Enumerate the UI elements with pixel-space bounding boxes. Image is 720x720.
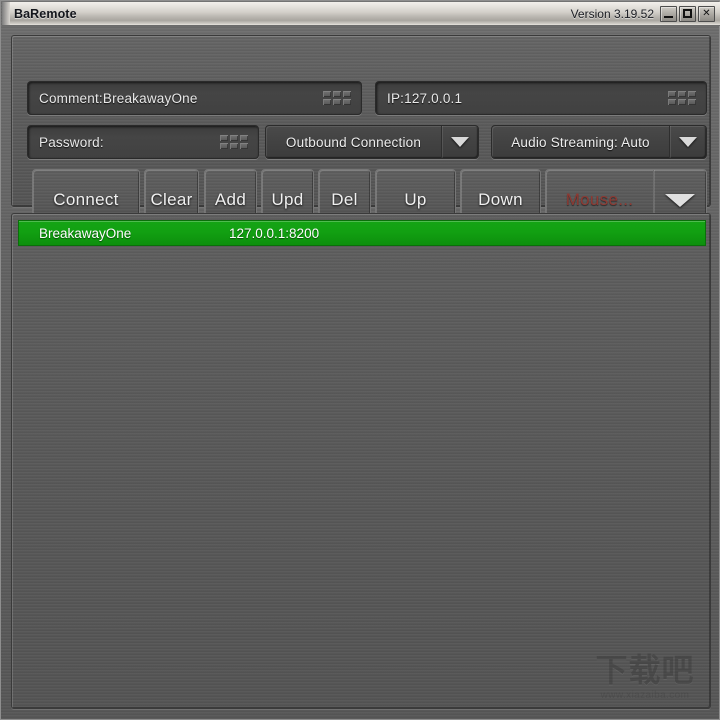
password-input[interactable]: Password: [27,125,259,159]
grid-dots-icon[interactable] [220,134,248,150]
chevron-down-icon [451,137,469,147]
password-input-value: Password: [39,134,104,150]
comment-input[interactable]: Comment:BreakawayOne [27,81,362,115]
audio-streaming-value: Audio Streaming: Auto [511,134,650,150]
connection-mode-select[interactable]: Outbound Connection [265,125,479,159]
grid-dot [220,142,228,149]
mouse-button-label: Mouse... [565,190,634,209]
grid-dot [688,90,696,97]
connection-mode-value: Outbound Connection [285,134,422,150]
list-item-name: BreakawayOne [39,225,132,241]
connect-button-label: Connect [53,190,119,209]
comment-input-value: Comment:BreakawayOne [39,90,198,106]
minimize-button[interactable] [660,5,677,22]
delete-button-label: Del [331,190,358,209]
connection-mode-dropdown-button[interactable] [441,126,478,158]
grid-dot [230,142,238,149]
grid-dot [323,98,331,105]
grid-dot [230,134,238,141]
move-down-button-label: Down [478,190,523,209]
app-title: BaRemote [14,6,77,21]
app-window: BaRemote Version 3.19.52 ✕ Comment:Break… [0,0,720,720]
grid-dot [323,90,331,97]
version-label: Version 3.19.52 [570,6,654,21]
grid-dot [240,142,248,149]
grid-dot [668,90,676,97]
clear-button-label: Clear [150,190,193,209]
chevron-down-icon [665,193,695,207]
close-button[interactable]: ✕ [698,5,715,22]
grid-dots-icon[interactable] [323,90,351,106]
list-item-address: 127.0.0.1:8200 [229,225,320,241]
grid-dot [333,98,341,105]
ip-input[interactable]: IP:127.0.0.1 [375,81,707,115]
update-button-label: Upd [271,190,304,209]
grid-dot [688,98,696,105]
close-icon: ✕ [702,7,711,19]
grid-dot [240,134,248,141]
add-button-label: Add [214,190,247,209]
chevron-down-icon [679,137,697,147]
ip-input-value: IP:127.0.0.1 [387,90,463,106]
controls-panel: Comment:BreakawayOne IP:127.0.0.1 Passwo… [11,35,711,231]
audio-streaming-select[interactable]: Audio Streaming: Auto [491,125,707,159]
grid-dot [678,98,686,105]
title-bar[interactable]: BaRemote Version 3.19.52 ✕ [2,2,720,26]
grid-dot [668,98,676,105]
grid-dot [343,90,351,97]
audio-streaming-dropdown-button[interactable] [669,126,706,158]
connection-list-panel: BreakawayOne 127.0.0.1:8200 [11,213,711,709]
list-item[interactable]: BreakawayOne 127.0.0.1:8200 [18,220,706,246]
grid-dot [678,90,686,97]
move-up-button-label: Up [404,190,427,209]
minimize-icon [664,15,673,18]
grid-dot [220,134,228,141]
maximize-button[interactable] [679,5,696,22]
maximize-icon [683,8,692,18]
grid-dots-icon[interactable] [668,90,696,106]
grid-dot [333,90,341,97]
grid-dot [343,98,351,105]
connection-list[interactable]: BreakawayOne 127.0.0.1:8200 [16,218,708,706]
